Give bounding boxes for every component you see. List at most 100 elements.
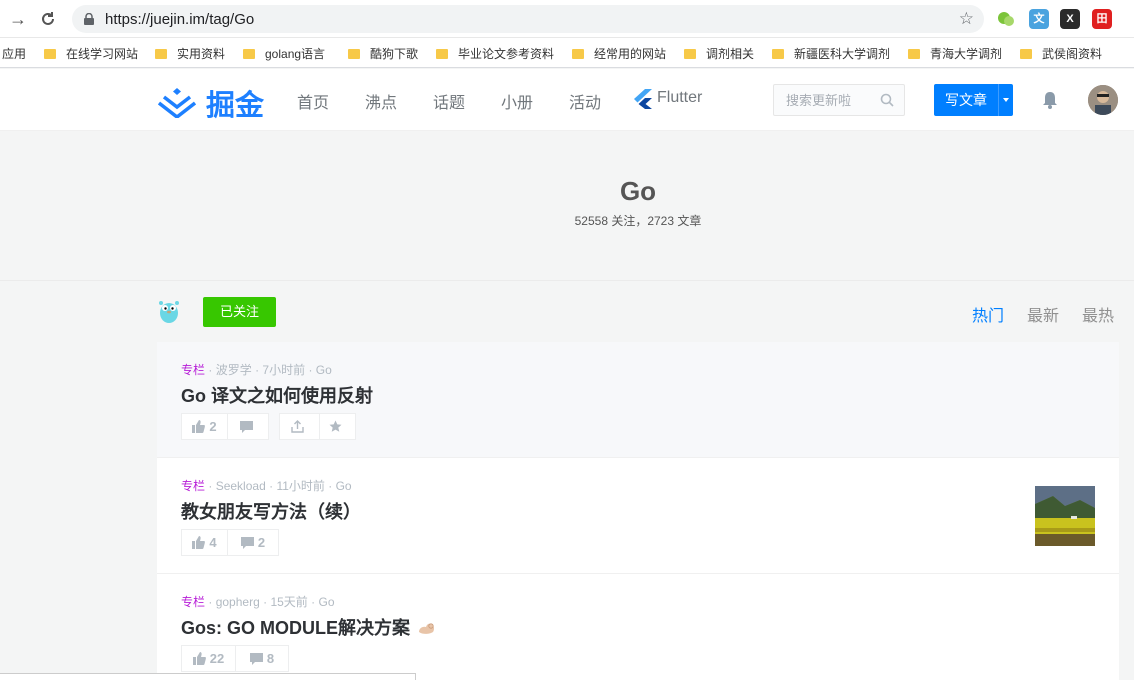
like-count: 4: [209, 535, 217, 550]
entry-title[interactable]: 教女朋友写方法（续）: [181, 498, 361, 524]
extension-wechat-icon[interactable]: [996, 9, 1016, 29]
collect-button[interactable]: [320, 414, 355, 439]
reload-button[interactable]: [38, 9, 58, 29]
like-button[interactable]: 2: [182, 414, 228, 439]
comment-button[interactable]: 8: [236, 646, 288, 671]
entry-item[interactable]: 专栏 · gopherg · 15天前 · Go Gos: GO MODULE解…: [157, 574, 1119, 680]
share-button[interactable]: [280, 414, 320, 439]
bookmark-folder[interactable]: 新疆医科大学调剂: [772, 45, 890, 62]
search-input[interactable]: [774, 85, 874, 115]
user-avatar[interactable]: [1088, 85, 1118, 115]
comment-icon: [239, 420, 253, 433]
comment-button[interactable]: 2: [228, 530, 278, 555]
extension-x-icon[interactable]: X: [1060, 9, 1080, 29]
write-article-button[interactable]: 写文章: [934, 84, 998, 116]
entry-time: 7小时前: [262, 363, 306, 377]
folder-icon: [572, 49, 584, 59]
entry-actions-extra: [279, 413, 356, 440]
bookmark-star-icon[interactable]: ☆: [959, 9, 974, 29]
entry-tag[interactable]: Go: [336, 479, 352, 493]
sort-tab-newest[interactable]: 最新: [1027, 302, 1059, 326]
nav-home[interactable]: 首页: [297, 89, 329, 113]
entry-actions-main: 4 2: [181, 529, 279, 556]
juejin-logo-icon: [158, 88, 196, 118]
nav-books[interactable]: 小册: [501, 89, 533, 113]
like-count: 22: [209, 651, 225, 666]
write-dropdown-button[interactable]: [998, 84, 1013, 116]
follow-button[interactable]: 已关注: [203, 297, 276, 327]
flutter-icon: [634, 89, 652, 109]
search-box: [773, 84, 905, 116]
bookmark-folder[interactable]: 武侯阁资料: [1020, 45, 1102, 62]
comment-button[interactable]: [228, 414, 268, 439]
folder-icon: [1020, 49, 1032, 59]
bookmark-folder[interactable]: 实用资料: [155, 45, 225, 62]
folder-icon: [348, 49, 360, 59]
bookmark-apps[interactable]: 应用: [2, 45, 26, 62]
entry-tag[interactable]: Go: [318, 595, 334, 609]
bookmarks-bar: 应用 在线学习网站 实用资料 golang语言 酷狗下歌 毕业论文参考资料 经常…: [0, 38, 1134, 68]
caret-down-icon: [1003, 98, 1009, 102]
lock-icon: [84, 13, 94, 25]
entry-category[interactable]: 专栏: [181, 479, 205, 493]
entry-title-text: Gos: GO MODULE解决方案: [181, 618, 410, 638]
like-count: 2: [209, 419, 217, 434]
entry-meta: 专栏 · Seekload · 11小时前 · Go: [181, 479, 352, 493]
entry-author[interactable]: Seekload: [216, 479, 266, 493]
like-button[interactable]: 22: [182, 646, 236, 671]
browser-status-bubble: [0, 673, 416, 680]
tag-banner: Go 52558 关注，2723 文章: [0, 131, 1134, 281]
entry-time: 15天前: [270, 595, 308, 609]
search-icon[interactable]: [880, 93, 894, 107]
entry-meta: 专栏 · 波罗学 · 7小时前 · Go: [181, 363, 332, 377]
share-icon: [291, 420, 304, 433]
entry-actions-main: 22 8: [181, 645, 289, 672]
browser-toolbar: → https://juejin.im/tag/Go ☆ 文 X 田: [0, 0, 1134, 38]
entry-title[interactable]: Go 译文之如何使用反射: [181, 382, 373, 408]
entry-title[interactable]: Gos: GO MODULE解决方案: [181, 614, 437, 640]
bookmark-folder[interactable]: 酷狗下歌: [348, 45, 418, 62]
entry-author[interactable]: 波罗学: [216, 363, 252, 377]
extension-translate-icon[interactable]: 文: [1029, 9, 1049, 29]
bookmark-folder[interactable]: 经常用的网站: [572, 45, 666, 62]
entry-category[interactable]: 专栏: [181, 363, 205, 377]
entry-author[interactable]: gopherg: [216, 595, 260, 609]
entry-thumbnail[interactable]: [1035, 486, 1095, 546]
comment-count: 8: [266, 651, 275, 666]
folder-icon: [684, 49, 696, 59]
folder-icon: [772, 49, 784, 59]
nav-flutter[interactable]: Flutter: [657, 89, 702, 107]
entry-item[interactable]: 专栏 · Seekload · 11小时前 · Go 教女朋友写方法（续） 4 …: [157, 458, 1119, 574]
folder-icon: [243, 49, 255, 59]
nav-events[interactable]: 活动: [569, 89, 601, 113]
gopher-tag-icon: [159, 301, 179, 323]
entry-actions-main: 2: [181, 413, 269, 440]
like-button[interactable]: 4: [182, 530, 228, 555]
bookmark-folder[interactable]: 青海大学调剂: [908, 45, 1002, 62]
thumbs-up-icon: [192, 652, 206, 665]
comment-count: 2: [257, 535, 266, 550]
sort-tab-hottest[interactable]: 最热: [1082, 302, 1114, 326]
folder-icon: [436, 49, 448, 59]
nav-topics[interactable]: 话题: [433, 89, 465, 113]
url-text: https://juejin.im/tag/Go: [105, 11, 255, 28]
nav-pins[interactable]: 沸点: [365, 89, 397, 113]
entry-tag[interactable]: Go: [316, 363, 332, 377]
sort-tab-hot[interactable]: 热门: [972, 302, 1004, 326]
bookmark-folder[interactable]: golang语言: [243, 45, 325, 62]
entry-category[interactable]: 专栏: [181, 595, 205, 609]
thumbs-up-icon: [192, 536, 206, 549]
bookmark-folder[interactable]: 在线学习网站: [44, 45, 138, 62]
bookmark-folder[interactable]: 毕业论文参考资料: [436, 45, 554, 62]
entry-time: 11小时前: [276, 479, 325, 493]
address-bar[interactable]: https://juejin.im/tag/Go ☆: [72, 5, 984, 33]
star-icon: [329, 420, 342, 432]
comment-icon: [249, 652, 263, 665]
bell-icon[interactable]: [1040, 90, 1060, 110]
flexed-arm-emoji-icon: [419, 623, 435, 634]
forward-button[interactable]: →: [8, 9, 28, 29]
folder-icon: [155, 49, 167, 59]
bookmark-folder[interactable]: 调剂相关: [684, 45, 754, 62]
entry-item[interactable]: 专栏 · 波罗学 · 7小时前 · Go Go 译文之如何使用反射 2: [157, 342, 1119, 458]
extension-red-icon[interactable]: 田: [1092, 9, 1112, 29]
